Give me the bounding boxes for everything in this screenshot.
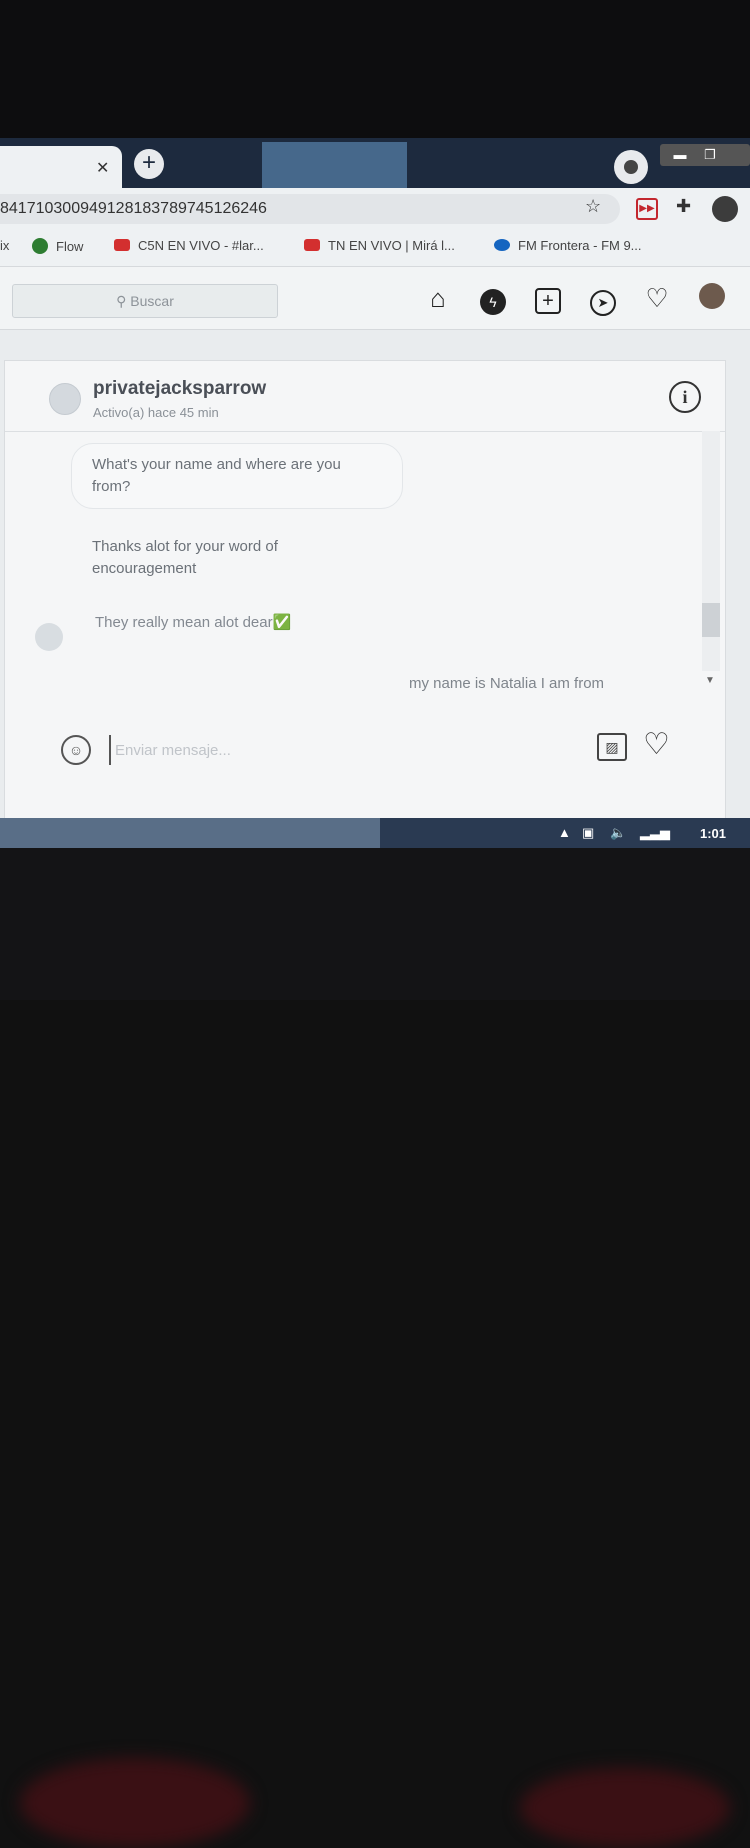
radio-icon [494,239,510,251]
search-icon: ⚲ [116,293,131,309]
youtube-icon [114,239,130,251]
window-controls: ▬ ❐ [660,144,750,166]
outgoing-message[interactable]: my name is Natalia I am from [409,675,604,692]
tray-expand-icon[interactable]: ▲ [558,825,571,840]
keyboard-glow [520,1768,730,1848]
bookmark-item[interactable]: ix [0,238,9,253]
network-icon[interactable]: ▣ [582,825,594,841]
maximize-icon[interactable]: ❐ [698,146,722,164]
scroll-down-arrow-icon[interactable]: ▼ [705,675,715,686]
activity-heart-icon[interactable]: ♡ [642,283,672,313]
like-heart-icon[interactable]: ♡ [643,727,670,762]
info-icon[interactable]: i [669,381,701,413]
os-taskbar: ▲ ▣ 🔈 ▂▃▅ 1:01 [0,818,750,850]
sender-avatar [35,623,63,651]
emoji-icon[interactable]: ☺ [61,735,91,765]
system-clock[interactable]: 1:01 [700,826,726,841]
explore-icon[interactable]: ➤ [588,283,618,316]
volume-icon[interactable]: 🔈 [610,825,626,841]
incoming-message[interactable]: What's your name and where are you from? [71,443,403,509]
message-input[interactable] [109,735,577,765]
incoming-message[interactable]: Thanks alot for your word of encourageme… [71,525,403,591]
search-input[interactable]: ⚲ Buscar [12,284,278,318]
home-icon[interactable]: ⌂ [423,283,453,313]
messenger-icon[interactable]: ϟ [478,283,508,315]
account-avatar-icon[interactable] [712,196,738,222]
instagram-top-nav: ⚲ Buscar ⌂ ϟ + ➤ ♡ [0,267,750,330]
new-tab-button[interactable]: + [134,149,164,179]
signal-icon[interactable]: ▂▃▅ [640,825,670,841]
new-post-icon[interactable]: + [533,283,563,314]
direct-message-thread: privatejacksparrow Activo(a) hace 45 min… [4,360,726,822]
image-upload-icon[interactable]: ▨ [597,733,627,761]
chat-header: privatejacksparrow Activo(a) hace 45 min… [5,361,725,432]
incoming-message[interactable]: They really mean alot dear✅ [95,613,291,631]
bookmark-item[interactable]: TN EN VIVO | Mirá l... [304,238,455,253]
browser-profile-icon[interactable] [614,150,648,184]
bookmark-star-icon[interactable]: ☆ [585,196,601,217]
chat-username[interactable]: privatejacksparrow [93,378,266,400]
message-composer: ☺ ▨ ♡ [5,721,725,781]
minimize-icon[interactable]: ▬ [668,146,692,164]
address-bar[interactable]: 84171030094912818378974512624​6 [0,194,620,224]
taskbar-background [0,818,380,850]
chat-activity-status: Activo(a) hace 45 min [93,405,219,420]
tab-strip: ✕ + ▬ ❐ [0,138,750,188]
keyboard-glow [20,1758,250,1848]
close-tab-icon[interactable]: ✕ [96,158,109,178]
monitor-bezel-bottom [0,848,750,1848]
scrollbar-thumb[interactable] [702,603,720,637]
avatar[interactable] [49,383,81,415]
flow-icon [32,238,48,254]
extension-icon[interactable]: ▶▶ [636,198,658,220]
screen: ✕ + ▬ ❐ 84171030094912818378974512624​6 … [0,138,750,850]
extensions-puzzle-icon[interactable]: ✚ [676,196,691,217]
profile-avatar-icon[interactable] [697,283,727,313]
youtube-icon [304,239,320,251]
bookmark-item[interactable]: C5N EN VIVO - #lar... [114,238,264,253]
thread-scrollbar[interactable] [702,431,720,671]
active-tab[interactable]: ✕ [0,146,122,188]
bookmark-item[interactable]: Flow [32,238,83,254]
bookmark-item[interactable]: FM Frontera - FM 9... [494,238,642,253]
address-row: 84171030094912818378974512624​6 ☆ ▶▶ ✚ [0,188,750,230]
bookmarks-bar: ix Flow C5N EN VIVO - #lar... TN EN VIVO… [0,230,750,267]
background-window-thumbnail [262,142,407,188]
monitor-bezel-top [0,0,750,140]
